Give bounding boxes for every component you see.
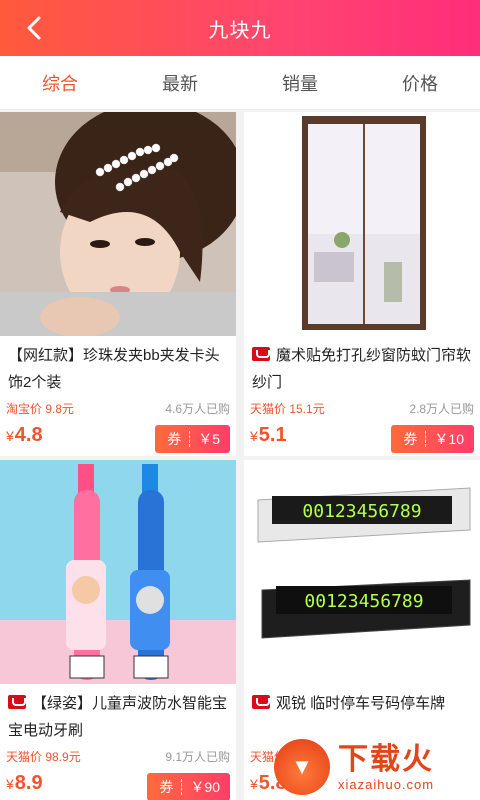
product-card[interactable]: 魔术贴免打孔纱窗防蚊门帘软纱门 天猫价 15.1元 2.8万人已购 ¥5.1 券…	[244, 112, 480, 456]
price-value: 4.8	[14, 424, 43, 446]
watermark: ▼ 下载火 xiazaihuo.com	[274, 736, 474, 798]
product-name-text: 【绿姿】儿童声波防水智能宝宝电动牙刷	[8, 695, 228, 739]
price-value: 8.9	[14, 772, 43, 794]
flame-logo-icon: ▼	[274, 739, 330, 795]
sold-count: 2.8万人已购	[409, 402, 474, 416]
coupon-label: 券	[167, 431, 182, 447]
original-price: 淘宝价 9.8元	[6, 402, 75, 416]
product-name[interactable]: 【绿姿】儿童声波防水智能宝宝电动牙刷	[8, 690, 228, 744]
product-card[interactable]: 【绿姿】儿童声波防水智能宝宝电动牙刷 天猫价 98.9元 9.1万人已购 ¥8.…	[0, 460, 236, 800]
product-card[interactable]: 【网红款】珍珠发夹bb夹发卡头饰2个装 淘宝价 9.8元 4.6万人已购 ¥4.…	[0, 112, 236, 456]
original-price: 天猫价 15.1元	[250, 402, 325, 416]
tmall-icon	[252, 695, 270, 709]
coupon-value: ￥5	[198, 431, 220, 447]
original-price: 天猫价 98.9元	[6, 750, 81, 764]
coupon-value: ￥10	[434, 431, 464, 447]
final-price: ¥5.1	[250, 424, 287, 447]
sort-tabs: 综合 最新 销量 价格	[0, 56, 480, 110]
final-price: ¥8.9	[6, 772, 43, 795]
parking-digits-top: 00123456789	[302, 501, 421, 522]
coupon-button[interactable]: 券 ￥5	[155, 425, 230, 453]
back-button[interactable]	[18, 12, 50, 44]
chevron-left-icon	[27, 16, 41, 40]
product-name-text: 观锐 临时停车号码停车牌	[276, 695, 446, 712]
tmall-icon	[8, 695, 26, 709]
product-image[interactable]: 00123456789 00123456789	[244, 460, 480, 684]
tab-newest[interactable]: 最新	[120, 56, 240, 109]
sold-count: 9.1万人已购	[165, 750, 230, 764]
product-image[interactable]	[0, 112, 236, 336]
product-name[interactable]: 【网红款】珍珠发夹bb夹发卡头饰2个装	[8, 342, 228, 396]
currency-symbol: ¥	[250, 776, 258, 792]
product-meta: 天猫价 15.1元 2.8万人已购	[250, 400, 474, 417]
coupon-label: 券	[403, 431, 418, 447]
product-name-text: 魔术贴免打孔纱窗防蚊门帘软纱门	[252, 347, 472, 391]
sold-count: 4.6万人已购	[165, 402, 230, 416]
coupon-value: ￥90	[190, 779, 220, 795]
tmall-icon	[252, 347, 270, 361]
currency-symbol: ¥	[6, 428, 14, 444]
tab-comprehensive[interactable]: 综合	[0, 56, 120, 109]
currency-symbol: ¥	[250, 428, 258, 444]
tab-price[interactable]: 价格	[360, 56, 480, 109]
coupon-label: 券	[159, 779, 174, 795]
final-price: ¥4.8	[6, 424, 43, 447]
product-image[interactable]	[0, 460, 236, 684]
page-title: 九块九	[208, 19, 272, 42]
currency-symbol: ¥	[6, 776, 14, 792]
coupon-button[interactable]: 券 ￥10	[391, 425, 474, 453]
watermark-text: 下载火	[338, 742, 434, 776]
parking-digits-bottom: 00123456789	[304, 591, 423, 612]
product-name[interactable]: 魔术贴免打孔纱窗防蚊门帘软纱门	[252, 342, 472, 396]
tab-sales[interactable]: 销量	[240, 56, 360, 109]
coupon-button[interactable]: 券 ￥90	[147, 773, 230, 800]
watermark-url: xiazaihuo.com	[338, 776, 435, 792]
product-image[interactable]	[244, 112, 480, 336]
product-meta: 淘宝价 9.8元 4.6万人已购	[6, 400, 230, 417]
top-bar: 九块九	[0, 0, 480, 56]
product-meta: 天猫价 98.9元 9.1万人已购	[6, 748, 230, 765]
price-value: 5.1	[258, 424, 287, 446]
